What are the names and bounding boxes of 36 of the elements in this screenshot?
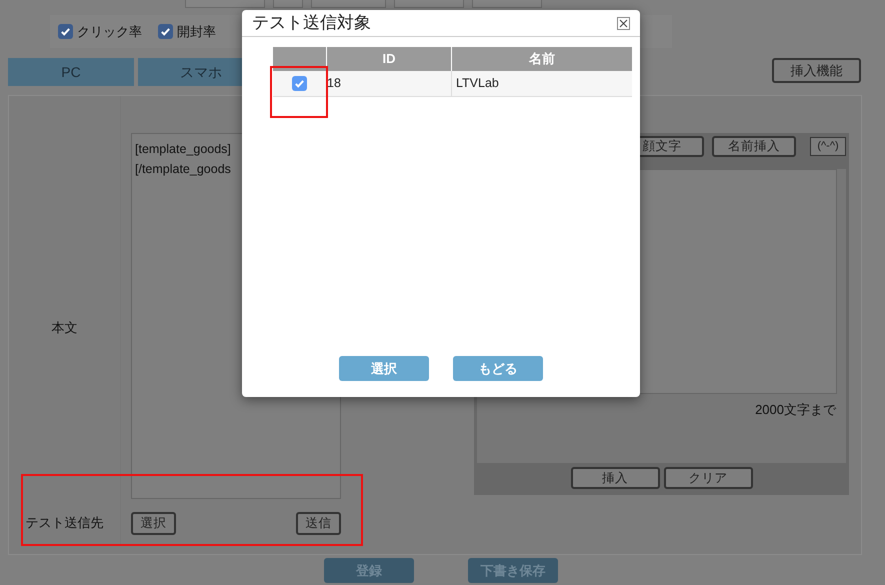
toolbar-button[interactable]: 名前挿入 [712,136,796,156]
checkbox-label: 開封率 [177,22,216,41]
input-field[interactable] [273,0,303,8]
char-limit-text: 2000文字まで [755,401,836,419]
column-header [273,47,326,71]
field-label: テスト送信先 [26,514,104,532]
table-cell: LTVLab [451,71,632,97]
editor-button[interactable]: クリア [664,467,752,489]
checkbox[interactable] [58,24,73,39]
text-line: [template_goods] [135,141,232,158]
column-header: 名前 [451,47,632,71]
text-line: [/template_goods [135,161,232,178]
field-label: 本文 [52,319,78,337]
column-header: ID [326,47,451,71]
dialog-button[interactable]: 選択 [339,356,429,381]
checkmark-icon [60,26,71,37]
close-icon[interactable] [617,16,630,30]
editor-button[interactable]: 挿入 [570,467,660,489]
input-field[interactable] [185,0,265,8]
checkbox-label: クリック率 [77,22,142,41]
checkbox[interactable] [158,24,173,39]
send-button[interactable]: 送信 [296,512,341,534]
checkmark-icon [160,26,171,37]
tab[interactable]: PC [8,58,134,86]
dialog-title: テスト送信対象 [252,12,371,34]
checkbox[interactable] [292,76,307,91]
checkmark-icon [294,78,305,89]
insert-feature-button[interactable]: 挿入機能 [772,58,861,83]
highlight-frame [270,66,328,118]
emoticon-button[interactable]: (^-^) [810,136,846,156]
dialog-button[interactable]: もどる [453,356,543,381]
select-button[interactable]: 選択 [131,512,176,534]
input-field[interactable] [472,0,542,8]
input-field[interactable] [394,0,464,8]
input-field[interactable] [311,0,386,8]
table-cell: 18 [326,71,451,97]
